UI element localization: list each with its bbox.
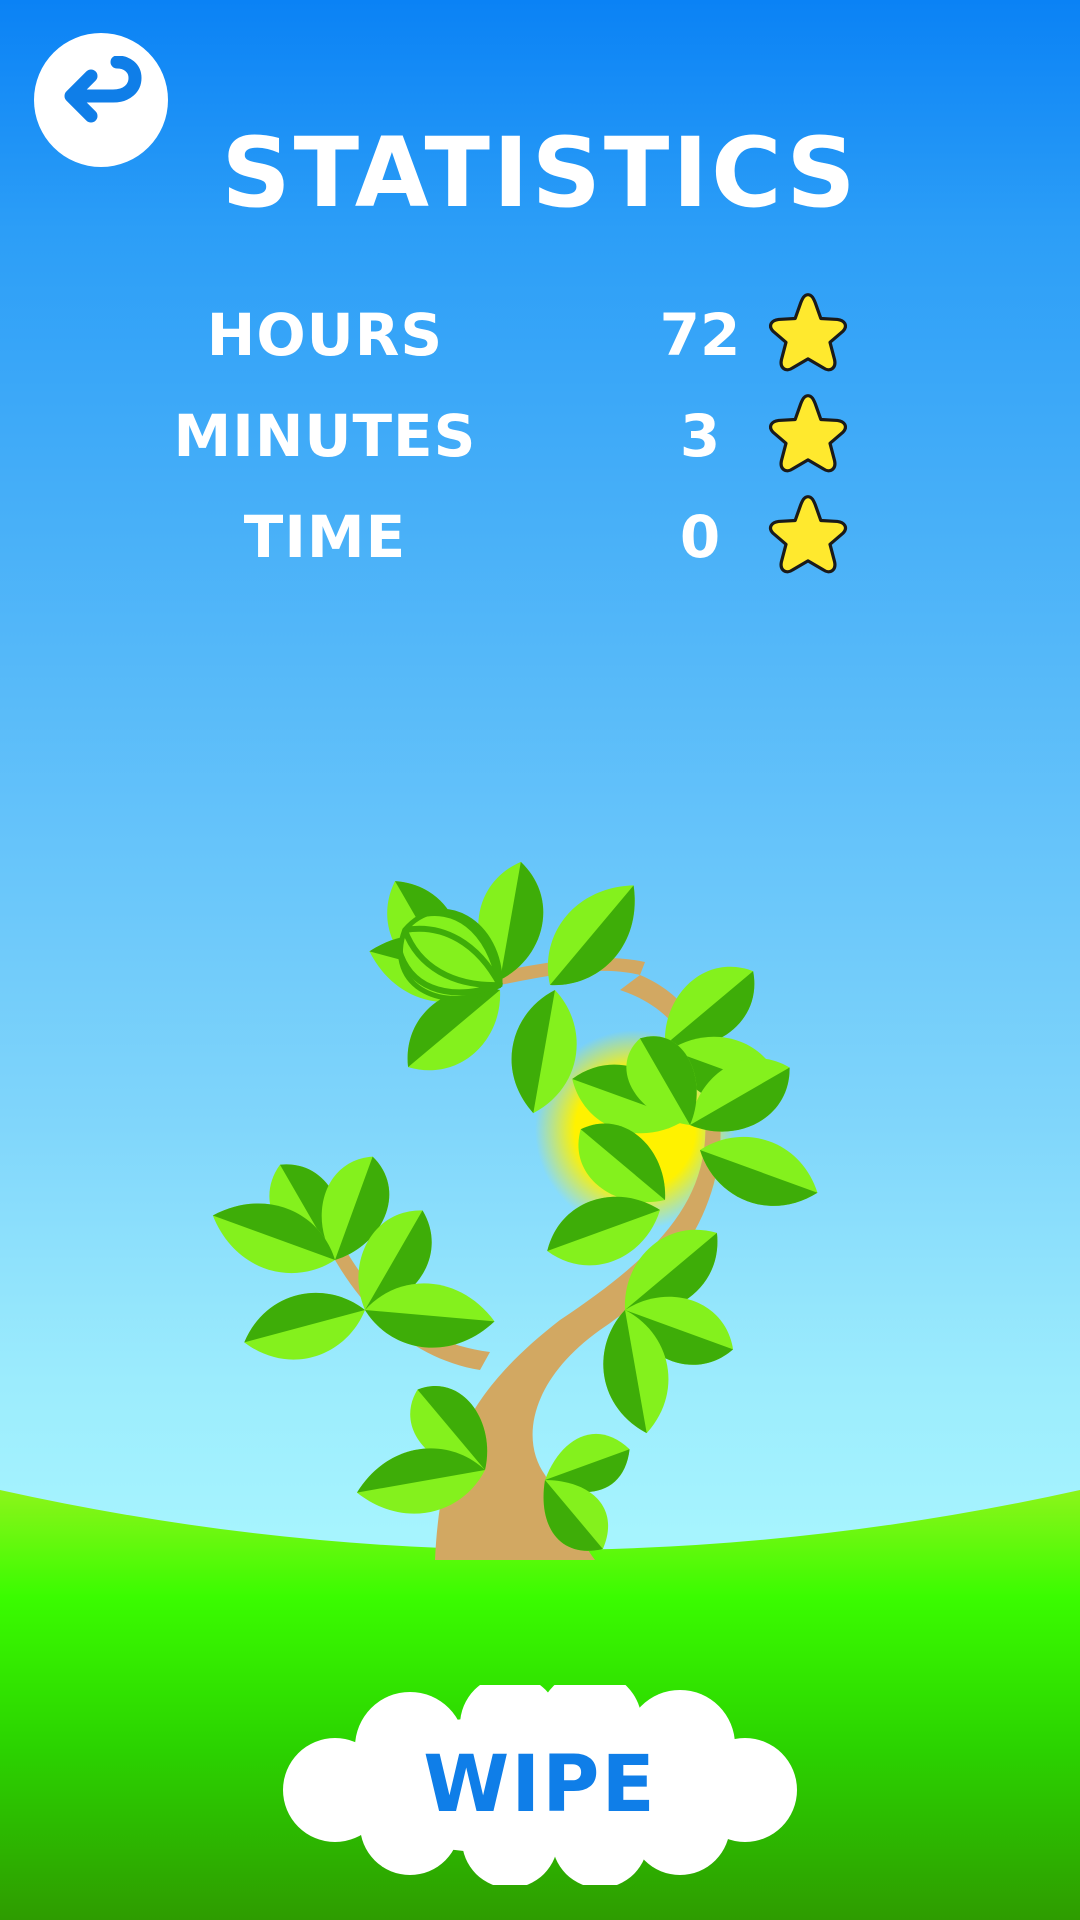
stat-value: 0 (679, 503, 721, 571)
stat-value: 3 (679, 402, 721, 470)
star-icon (768, 394, 848, 473)
stat-row-hours: HOURS 72 (0, 285, 1080, 385)
cloud-icon (283, 1685, 797, 1885)
star-icon (768, 495, 848, 574)
stat-label: TIME (243, 503, 407, 571)
stat-row-minutes: MINUTES 3 (0, 386, 1080, 486)
wipe-button[interactable] (260, 1685, 820, 1885)
stat-label: HOURS (206, 301, 444, 369)
stat-row-time: TIME 0 (0, 487, 1080, 587)
stat-label: MINUTES (173, 402, 477, 470)
page-title: STATISTICS (221, 117, 859, 229)
stat-value: 72 (659, 301, 741, 369)
star-icon (768, 293, 848, 372)
statistics-screen: STATISTICS HOURS 72 MINUTES 3 TIME 0 WIP… (0, 0, 1080, 1920)
